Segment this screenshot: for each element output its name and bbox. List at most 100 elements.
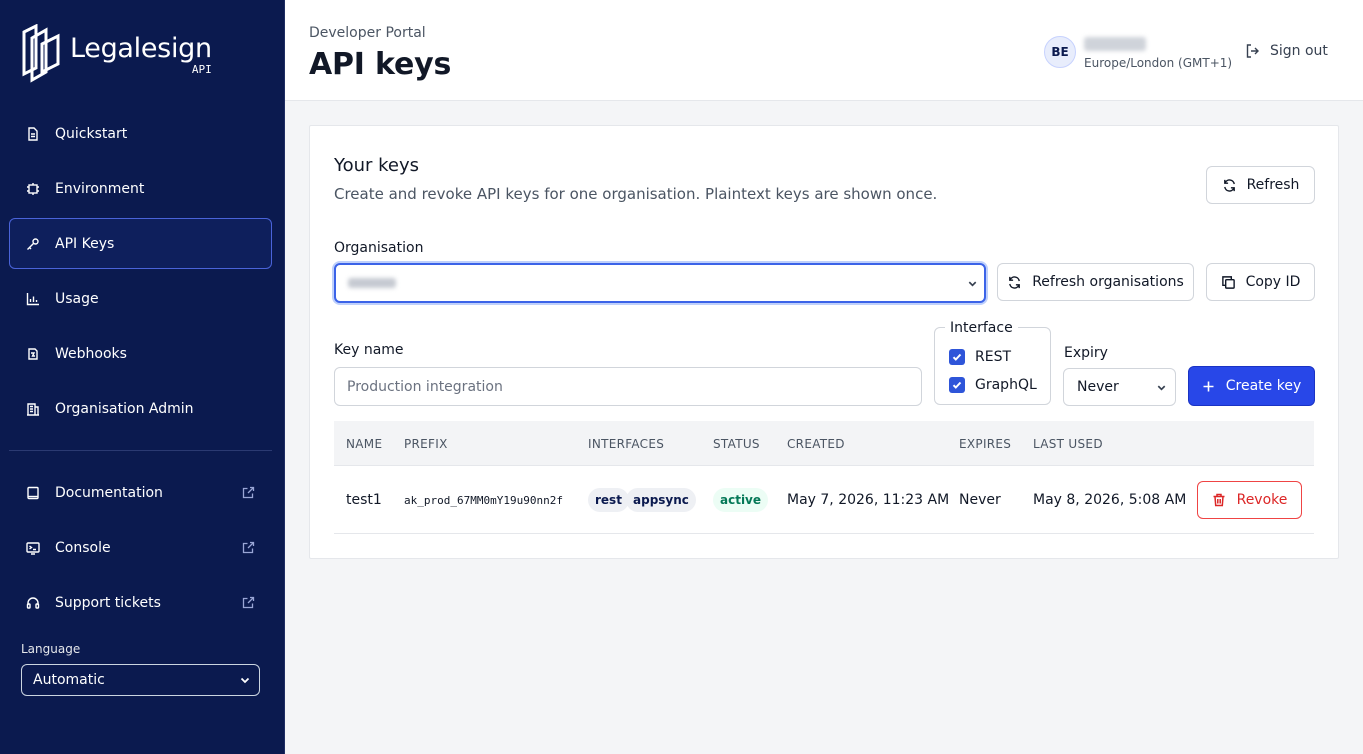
external-nav: Documentation Console Support tickets — [9, 467, 272, 632]
expiry-label: Expiry — [1064, 345, 1108, 361]
external-link-icon — [242, 486, 255, 499]
sidebar-item-usage[interactable]: Usage — [9, 273, 272, 324]
chevron-down-icon — [240, 677, 250, 684]
expiry-select[interactable]: Never — [1063, 368, 1176, 406]
book-icon — [26, 486, 40, 500]
user-timezone: Europe/London (GMT+1) — [1084, 56, 1233, 70]
interface-label: Interface — [945, 320, 1018, 336]
sidebar-item-label: Quickstart — [55, 125, 128, 142]
organisation-select[interactable] — [334, 263, 986, 303]
refresh-icon — [1009, 275, 1021, 289]
bar-chart-icon — [26, 292, 40, 306]
create-key-button[interactable]: Create key — [1188, 366, 1315, 406]
sidebar-item-quickstart[interactable]: Quickstart — [9, 108, 272, 159]
sidebar-item-label: Support tickets — [55, 594, 161, 611]
interface-fieldset: Interface REST GraphQL — [934, 320, 1051, 405]
interface-badge-rest: rest — [588, 488, 629, 512]
page-title: API keys — [309, 47, 452, 82]
keys-table-header: NAME PREFIX INTERFACES STATUS CREATED EX… — [334, 421, 1314, 466]
sidebar-item-webhooks[interactable]: Webhooks — [9, 328, 272, 379]
sidebar-item-label: Organisation Admin — [55, 400, 194, 417]
sidebar-item-label: Console — [55, 539, 111, 556]
webhook-icon — [26, 347, 40, 361]
page-header: Developer Portal API keys BE Europe/Lond… — [285, 0, 1363, 101]
terminal-icon — [26, 541, 40, 555]
brand-logo[interactable]: Legalesign API — [20, 24, 212, 84]
interface-graphql-checkbox[interactable]: GraphQL — [949, 377, 1037, 393]
sidebar-item-organisation-admin[interactable]: Organisation Admin — [9, 383, 272, 434]
chevron-down-icon — [968, 281, 977, 287]
key-icon — [26, 237, 40, 251]
card-title: Your keys — [334, 155, 420, 176]
key-created: May 7, 2026, 11:23 AM — [787, 492, 950, 508]
sidebar-item-documentation[interactable]: Documentation — [9, 467, 272, 518]
trash-icon — [1213, 493, 1225, 507]
language-select[interactable]: Automatic — [21, 664, 260, 696]
refresh-icon — [1223, 178, 1235, 192]
logout-icon — [1246, 44, 1259, 58]
column-header-prefix: PREFIX — [404, 437, 448, 451]
key-prefix: ak_prod_67MM0mY19u90nn2f — [404, 494, 563, 507]
revoke-label: Revoke — [1236, 492, 1288, 508]
plus-icon — [1203, 381, 1214, 391]
column-header-created: CREATED — [787, 437, 845, 451]
checkbox-checked-icon — [949, 349, 965, 365]
external-link-icon — [242, 541, 255, 554]
nav-divider — [9, 450, 272, 451]
status-badge: active — [713, 488, 769, 512]
server-icon — [26, 182, 40, 196]
chevron-down-icon — [1157, 385, 1166, 391]
key-name-input[interactable]: Production integration — [334, 367, 922, 406]
language-label: Language — [21, 642, 81, 656]
refresh-label: Refresh — [1246, 177, 1300, 193]
sidebar-item-label: Environment — [55, 180, 145, 197]
copy-id-button[interactable]: Copy ID — [1206, 263, 1315, 301]
keys-card: Your keys Create and revoke API keys for… — [309, 125, 1339, 559]
brand-name: Legalesign — [70, 32, 212, 64]
key-name-label: Key name — [334, 342, 404, 358]
sidebar-item-environment[interactable]: Environment — [9, 163, 272, 214]
column-header-interfaces: INTERFACES — [588, 437, 665, 451]
sidebar-item-label: Documentation — [55, 484, 163, 501]
external-link-icon — [242, 596, 255, 609]
interface-rest-checkbox[interactable]: REST — [949, 349, 1011, 365]
interface-badge-appsync: appsync — [626, 488, 696, 512]
primary-nav: Quickstart Environment API Keys Usage We… — [9, 108, 272, 438]
checkbox-checked-icon — [949, 377, 965, 393]
copy-icon — [1221, 275, 1235, 289]
breadcrumb: Developer Portal — [309, 25, 426, 41]
key-name: test1 — [346, 492, 382, 508]
revoke-button[interactable]: Revoke — [1197, 481, 1302, 519]
interface-rest-label: REST — [975, 349, 1012, 365]
sign-out-button[interactable]: Sign out — [1245, 43, 1328, 59]
column-header-name: NAME — [346, 437, 383, 451]
key-last-used: May 8, 2026, 5:08 AM — [1033, 492, 1187, 508]
column-header-status: STATUS — [713, 437, 760, 451]
sign-out-label: Sign out — [1270, 43, 1328, 59]
copy-id-label: Copy ID — [1245, 274, 1301, 290]
sidebar-item-label: Webhooks — [55, 345, 127, 362]
refresh-organisations-button[interactable]: Refresh organisations — [997, 263, 1194, 301]
organisation-value-redacted — [348, 278, 396, 288]
card-subtitle: Create and revoke API keys for one organ… — [334, 185, 938, 203]
building-icon — [26, 402, 40, 416]
organisation-label: Organisation — [334, 240, 424, 256]
column-header-expires: EXPIRES — [959, 437, 1012, 451]
language-value: Automatic — [33, 672, 105, 688]
avatar[interactable]: BE — [1044, 36, 1076, 68]
column-header-last-used: LAST USED — [1033, 437, 1103, 451]
legalesign-logo-icon — [22, 24, 60, 83]
sidebar-item-api-keys[interactable]: API Keys — [9, 218, 272, 269]
sidebar-item-console[interactable]: Console — [9, 522, 272, 573]
create-key-label: Create key — [1225, 378, 1302, 394]
sidebar-item-label: Usage — [55, 290, 99, 307]
refresh-organisations-label: Refresh organisations — [1032, 274, 1184, 290]
table-row: test1 ak_prod_67MM0mY19u90nn2f rest apps… — [334, 466, 1314, 534]
sidebar-item-support-tickets[interactable]: Support tickets — [9, 577, 272, 628]
refresh-button[interactable]: Refresh — [1206, 166, 1315, 204]
interface-graphql-label: GraphQL — [975, 377, 1037, 393]
sidebar-item-label: API Keys — [55, 235, 115, 252]
headset-icon — [26, 596, 40, 610]
expiry-value: Never — [1077, 379, 1119, 395]
user-name-redacted — [1084, 37, 1146, 51]
